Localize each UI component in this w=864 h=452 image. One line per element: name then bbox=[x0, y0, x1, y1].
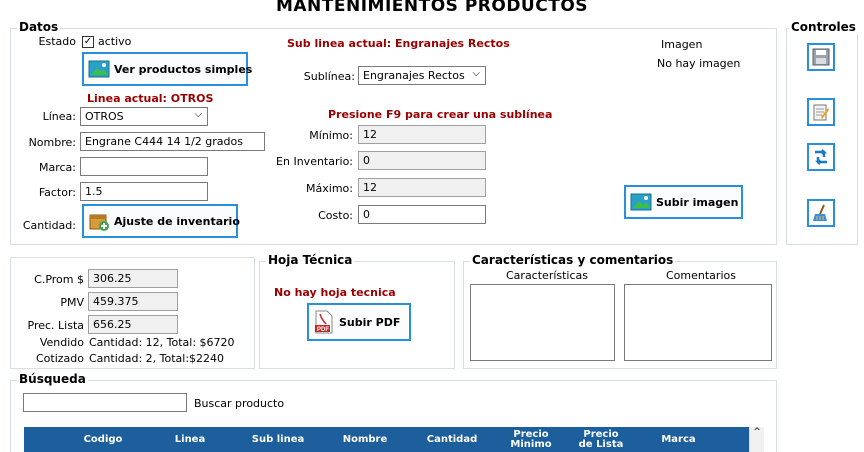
chevron-up-icon: ^ bbox=[753, 427, 761, 437]
table-scrollbar[interactable]: ^ bbox=[749, 427, 764, 452]
subir-imagen-label: Subir imagen bbox=[656, 195, 739, 209]
column-header[interactable]: Marca bbox=[636, 434, 721, 445]
linea-label: Línea: bbox=[42, 110, 76, 123]
inventario-field[interactable]: 0 bbox=[358, 151, 486, 170]
sublinea-value: Engranajes Rectos bbox=[363, 69, 465, 82]
nombre-field[interactable]: Engrane C444 14 1/2 grados bbox=[80, 132, 265, 151]
controles-legend: Controles bbox=[789, 20, 858, 34]
column-header[interactable]: Nombre bbox=[322, 434, 408, 445]
marca-label: Marca: bbox=[38, 161, 76, 174]
f9-hint: Presione F9 para crear una sublínea bbox=[328, 108, 553, 121]
buscar-producto-label: Buscar producto bbox=[194, 397, 285, 410]
column-header[interactable]: Precio Minimo bbox=[508, 429, 554, 450]
column-header[interactable]: Codigo bbox=[60, 434, 146, 445]
hoja-tecnica-legend: Hoja Técnica bbox=[266, 253, 355, 267]
search-input[interactable] bbox=[23, 393, 187, 412]
subir-pdf-button[interactable]: PDF Subir PDF bbox=[307, 303, 411, 341]
ver-productos-label: Ver productos simples bbox=[114, 62, 253, 76]
marca-field[interactable] bbox=[80, 157, 208, 176]
clean-button[interactable] bbox=[807, 199, 835, 227]
chevron-down-icon: ⌵ bbox=[194, 109, 202, 120]
nombre-label: Nombre: bbox=[28, 136, 76, 149]
datos-legend: Datos bbox=[17, 20, 61, 34]
refresh-button[interactable] bbox=[807, 143, 835, 171]
cotizado-label: Cotizado bbox=[35, 352, 84, 365]
window-title: MANTENIMIENTOS PRODUCTOS bbox=[275, 0, 589, 16]
column-header[interactable]: Linea bbox=[146, 434, 234, 445]
caracteristicas-textarea[interactable] bbox=[470, 284, 615, 361]
caracteristicas-legend: Características y comentarios bbox=[470, 253, 676, 267]
cprom-field[interactable]: 306.25 bbox=[88, 269, 178, 288]
pdf-icon: PDF bbox=[315, 310, 333, 334]
results-table-header: Codigo Linea Sub linea Nombre Cantidad P… bbox=[24, 427, 749, 452]
vendido-value: Cantidad: 12, Total: $6720 bbox=[89, 336, 235, 349]
cantidad-label: Cantidad: bbox=[22, 219, 76, 232]
edit-icon bbox=[813, 104, 829, 121]
linea-value: OTROS bbox=[85, 110, 124, 123]
column-header[interactable]: Sub linea bbox=[234, 434, 322, 445]
ajuste-inventario-label: Ajuste de inventario bbox=[114, 214, 240, 228]
sublinea-actual: Sub linea actual: Engranajes Rectos bbox=[287, 37, 510, 50]
svg-text:PDF: PDF bbox=[317, 327, 329, 333]
refresh-icon bbox=[814, 149, 828, 165]
busqueda-legend: Búsqueda bbox=[17, 372, 88, 386]
inventory-box-icon bbox=[89, 214, 109, 231]
sublinea-select[interactable]: Engranajes Rectos ⌵ bbox=[358, 66, 486, 85]
edit-button[interactable] bbox=[807, 98, 835, 126]
linea-select[interactable]: OTROS ⌵ bbox=[80, 107, 208, 126]
prec-lista-field[interactable]: 656.25 bbox=[88, 315, 178, 334]
pmv-field[interactable]: 459.375 bbox=[88, 292, 178, 311]
no-imagen-label: No hay imagen bbox=[657, 57, 741, 70]
caracteristicas-label: Características bbox=[506, 269, 589, 282]
activo-checkbox[interactable]: ✓ bbox=[82, 36, 94, 48]
clean-icon bbox=[813, 204, 827, 221]
minimo-field[interactable]: 12 bbox=[358, 125, 486, 144]
linea-actual: Linea actual: OTROS bbox=[87, 92, 214, 105]
cotizado-value: Cantidad: 2, Total:$2240 bbox=[89, 352, 225, 365]
ajuste-inventario-button[interactable]: Ajuste de inventario bbox=[82, 204, 240, 238]
chevron-down-icon: ⌵ bbox=[472, 68, 480, 79]
minimo-label: Mínimo: bbox=[309, 129, 353, 142]
sublinea-label: Sublínea: bbox=[303, 70, 355, 83]
no-hoja-tecnica: No hay hoja tecnica bbox=[274, 286, 396, 299]
factor-label: Factor: bbox=[38, 186, 76, 199]
picture-icon bbox=[88, 60, 110, 78]
maximo-field[interactable]: 12 bbox=[358, 178, 486, 197]
factor-field[interactable]: 1.5 bbox=[80, 182, 208, 201]
maximo-label: Máximo: bbox=[306, 182, 353, 195]
column-header[interactable]: Precio de Lista bbox=[576, 429, 626, 450]
imagen-label: Imagen bbox=[661, 38, 703, 51]
inventario-label: En Inventario: bbox=[276, 155, 353, 168]
pmv-label: PMV bbox=[60, 296, 84, 309]
estado-label: Estado bbox=[38, 35, 76, 48]
prec-lista-label: Prec. Lista bbox=[27, 319, 85, 332]
cprom-label: C.Prom $ bbox=[34, 273, 84, 286]
ver-productos-button[interactable]: Ver productos simples bbox=[82, 52, 252, 86]
column-header[interactable]: Cantidad bbox=[408, 434, 496, 445]
activo-label: activo bbox=[98, 35, 132, 48]
comentarios-textarea[interactable] bbox=[624, 284, 772, 361]
costo-label: Costo: bbox=[318, 209, 353, 222]
save-icon bbox=[812, 48, 830, 66]
costo-field[interactable]: 0 bbox=[358, 205, 486, 224]
subir-pdf-label: Subir PDF bbox=[339, 315, 401, 329]
save-button[interactable] bbox=[807, 43, 835, 71]
vendido-label: Vendido bbox=[39, 336, 84, 349]
comentarios-label: Comentarios bbox=[666, 269, 736, 282]
subir-imagen-button[interactable]: Subir imagen bbox=[624, 185, 743, 219]
picture-icon bbox=[630, 193, 652, 211]
